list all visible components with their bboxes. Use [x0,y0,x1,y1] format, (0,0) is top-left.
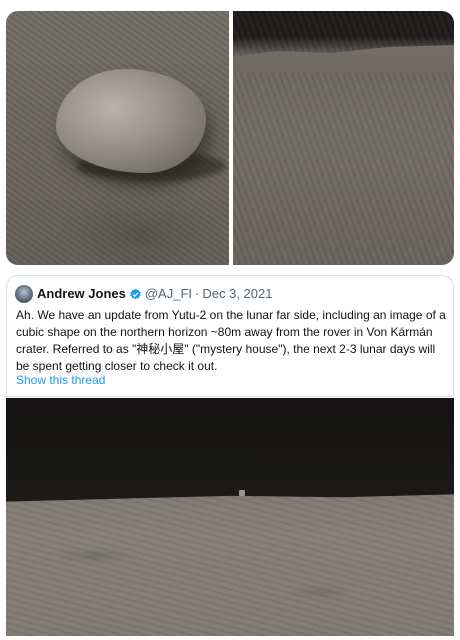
cubic-object-on-horizon [239,490,245,496]
verified-badge-icon [130,288,141,299]
tweet-text: Ah. We have an update from Yutu-2 on the… [16,308,446,373]
lunar-surface [6,494,454,636]
tweet-author-line: Andrew Jones @AJ_FI · Dec 3, 2021 [37,285,272,303]
meta-separator: · [195,286,200,301]
tweet-card[interactable]: Andrew Jones @AJ_FI · Dec 3, 2021 Ah. We… [6,275,454,397]
horizon-ridge [233,45,454,73]
mystery-house-photo[interactable] [6,398,454,636]
lunar-rock-photo[interactable] [6,11,229,265]
show-thread-link[interactable]: Show this thread [16,373,105,387]
lunar-rock [56,69,206,173]
tweet-date[interactable]: Dec 3, 2021 [202,285,272,303]
author-handle[interactable]: @AJ_FI [145,285,192,303]
lunar-horizon-photo[interactable] [233,11,454,265]
tweet-photo-grid [6,11,454,265]
author-name[interactable]: Andrew Jones [37,285,126,303]
avatar[interactable] [15,285,33,303]
